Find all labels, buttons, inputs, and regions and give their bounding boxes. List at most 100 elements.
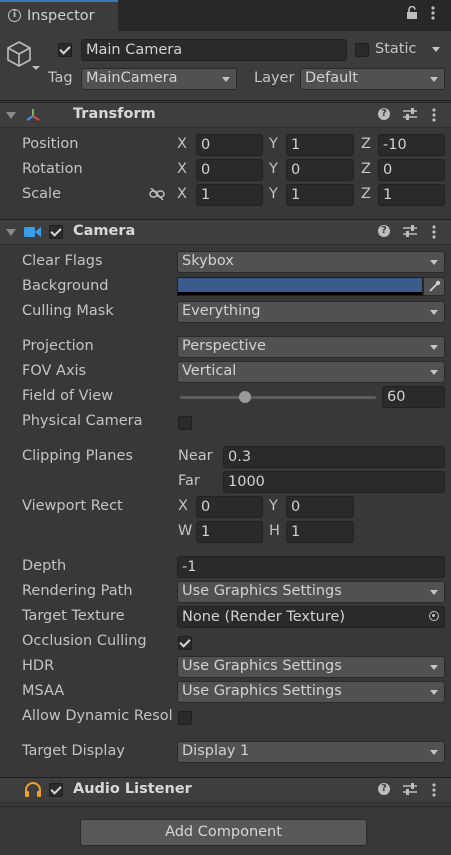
dynamic-resolution-checkbox[interactable]	[178, 711, 192, 725]
near-field[interactable]: 0.3	[223, 446, 445, 468]
position-x-label[interactable]: X	[177, 136, 187, 152]
foldout-arrow-icon[interactable]	[6, 229, 16, 236]
help-icon[interactable]: ?	[378, 225, 390, 237]
scale-y-field[interactable]: 1	[286, 184, 354, 206]
culling-mask-dropdown[interactable]: Everything	[177, 301, 445, 323]
more-menu-icon[interactable]	[431, 6, 435, 24]
far-field[interactable]: 1000	[223, 471, 445, 493]
presets-icon[interactable]	[403, 225, 417, 241]
position-y-label[interactable]: Y	[269, 136, 278, 152]
static-dropdown-icon[interactable]	[432, 47, 440, 52]
hdr-dropdown[interactable]: Use Graphics Settings	[177, 656, 445, 678]
rotation-z-field[interactable]: 0	[378, 159, 445, 181]
viewport-w-label[interactable]: W	[178, 523, 192, 539]
divider	[0, 806, 451, 807]
tag-value: MainCamera	[86, 70, 178, 86]
object-picker-icon[interactable]	[429, 611, 439, 621]
tag-label: Tag	[48, 70, 73, 86]
help-icon[interactable]: ?	[378, 108, 390, 120]
fov-axis-value: Vertical	[182, 363, 237, 379]
occlusion-culling-label: Occlusion Culling	[22, 633, 147, 649]
depth-field[interactable]: -1	[177, 556, 445, 578]
chevron-down-icon	[222, 77, 230, 82]
camera-icon	[24, 226, 42, 242]
target-display-dropdown[interactable]: Display 1	[177, 741, 445, 763]
viewport-h-label[interactable]: H	[269, 523, 280, 539]
presets-icon[interactable]	[403, 783, 417, 799]
fov-field[interactable]: 60	[382, 386, 445, 408]
rotation-x-field[interactable]: 0	[196, 159, 263, 181]
chevron-down-icon	[430, 370, 438, 375]
occlusion-culling-checkbox[interactable]	[178, 636, 192, 650]
clear-flags-value: Skybox	[182, 253, 234, 269]
tag-dropdown[interactable]: MainCamera	[81, 68, 237, 90]
add-component-button[interactable]: Add Component	[80, 819, 367, 846]
foldout-arrow-icon[interactable]	[6, 112, 16, 119]
culling-mask-label: Culling Mask	[22, 303, 114, 319]
static-checkbox[interactable]	[355, 43, 369, 57]
position-z-field[interactable]: -10	[378, 134, 445, 156]
viewport-h-field[interactable]: 1	[286, 521, 354, 543]
fov-axis-label: FOV Axis	[22, 363, 87, 379]
fov-slider-handle[interactable]	[238, 391, 251, 403]
constrain-proportions-icon[interactable]	[149, 187, 165, 204]
gameobject-icon[interactable]	[5, 39, 43, 79]
active-checkbox[interactable]	[58, 43, 72, 57]
msaa-value: Use Graphics Settings	[182, 683, 342, 699]
projection-dropdown[interactable]: Perspective	[177, 336, 445, 358]
eyedropper-icon	[428, 280, 441, 297]
clipping-planes-label: Clipping Planes	[22, 448, 133, 464]
msaa-dropdown[interactable]: Use Graphics Settings	[177, 681, 445, 703]
rotation-x-label[interactable]: X	[177, 161, 187, 177]
viewport-x-label[interactable]: X	[178, 498, 188, 514]
viewport-y-field[interactable]: 0	[286, 496, 354, 518]
clear-flags-dropdown[interactable]: Skybox	[177, 251, 445, 273]
component-menu-icon[interactable]	[432, 108, 436, 126]
rotation-z-label[interactable]: Z	[361, 161, 371, 177]
near-label[interactable]: Near	[178, 448, 213, 464]
rendering-path-value: Use Graphics Settings	[182, 583, 342, 599]
lock-icon[interactable]	[406, 5, 418, 23]
component-menu-icon[interactable]	[432, 783, 436, 801]
culling-mask-value: Everything	[182, 303, 261, 319]
hdr-label: HDR	[22, 658, 55, 674]
rotation-y-field[interactable]: 0	[286, 159, 354, 181]
tab-inspector[interactable]: i Inspector	[0, 0, 118, 31]
target-texture-field[interactable]: None (Render Texture)	[177, 606, 445, 628]
physical-camera-checkbox[interactable]	[178, 416, 192, 430]
chevron-down-icon	[430, 260, 438, 265]
position-z-label[interactable]: Z	[361, 136, 371, 152]
layer-dropdown[interactable]: Default	[300, 68, 445, 90]
scale-y-label[interactable]: Y	[269, 186, 278, 202]
scale-z-label[interactable]: Z	[361, 186, 371, 202]
fov-axis-dropdown[interactable]: Vertical	[177, 361, 445, 383]
viewport-y-label[interactable]: Y	[269, 498, 278, 514]
scale-x-label[interactable]: X	[177, 186, 187, 202]
far-label[interactable]: Far	[178, 473, 200, 489]
rendering-path-dropdown[interactable]: Use Graphics Settings	[177, 581, 445, 603]
scale-x-field[interactable]: 1	[196, 184, 263, 206]
scale-z-field[interactable]: 1	[378, 184, 445, 206]
chevron-down-icon	[430, 310, 438, 315]
rotation-label: Rotation	[22, 161, 83, 177]
audio-listener-enabled-checkbox[interactable]	[49, 783, 63, 797]
presets-icon[interactable]	[403, 108, 417, 124]
chevron-down-icon	[430, 690, 438, 695]
position-x-field[interactable]: 0	[196, 134, 263, 156]
fov-slider-track[interactable]	[180, 396, 376, 399]
background-color-swatch[interactable]	[177, 277, 423, 296]
camera-enabled-checkbox[interactable]	[49, 225, 63, 239]
layer-label: Layer	[254, 70, 295, 86]
object-name-field[interactable]: Main Camera	[81, 39, 347, 61]
headphones-icon	[24, 782, 42, 802]
viewport-x-field[interactable]: 0	[196, 496, 263, 518]
help-icon[interactable]: ?	[378, 783, 390, 795]
rendering-path-label: Rendering Path	[22, 583, 133, 599]
component-menu-icon[interactable]	[432, 225, 436, 243]
depth-label: Depth	[22, 558, 67, 574]
position-y-field[interactable]: 1	[286, 134, 354, 156]
static-label: Static	[375, 41, 417, 57]
eyedropper-button[interactable]	[423, 277, 445, 296]
rotation-y-label[interactable]: Y	[269, 161, 278, 177]
viewport-w-field[interactable]: 1	[196, 521, 263, 543]
